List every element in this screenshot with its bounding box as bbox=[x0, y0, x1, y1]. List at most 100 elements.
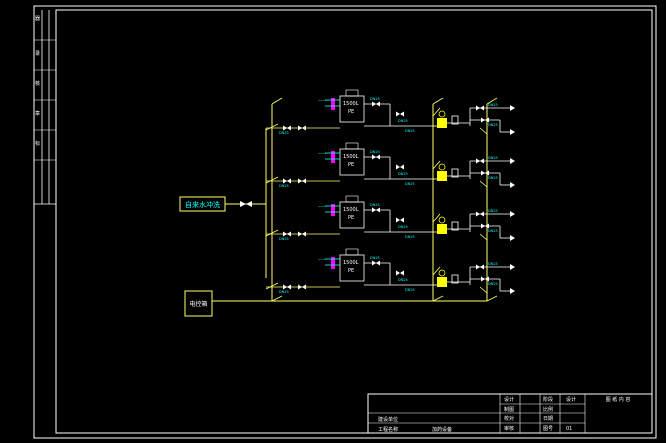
arrow-icon bbox=[510, 129, 515, 135]
pipe bbox=[271, 97, 283, 105]
valve-icon bbox=[283, 231, 287, 237]
valve-icon bbox=[400, 111, 404, 117]
pipe-tag: DN25 bbox=[405, 129, 415, 133]
pipe-tag: DN25 bbox=[370, 97, 380, 101]
tb-drawing-no: 图号 bbox=[543, 426, 553, 432]
valve-icon bbox=[481, 117, 485, 123]
strip-label: 器 bbox=[35, 16, 40, 22]
pipe-tag: DN25 bbox=[488, 123, 498, 127]
pump-head bbox=[438, 110, 446, 118]
arrow-icon bbox=[510, 211, 515, 217]
valve-icon bbox=[481, 276, 485, 282]
pipe-tag: DN25 bbox=[279, 184, 289, 188]
strip-label: 核 bbox=[35, 80, 40, 87]
valve-icon bbox=[302, 125, 306, 131]
valve-icon bbox=[481, 170, 485, 176]
source-box-label: 自来水冲洗 bbox=[185, 200, 220, 209]
pipe-tag: DN25 bbox=[398, 172, 408, 176]
left-strip: 器 录 核 章 标 bbox=[34, 10, 56, 205]
tb-stage-value: 设计 bbox=[566, 396, 576, 403]
pipe-tag: DN25 bbox=[279, 131, 289, 135]
pipe bbox=[479, 233, 488, 241]
pipe-tag: DN25 bbox=[370, 256, 380, 260]
tb-scale: 比例 bbox=[543, 406, 553, 413]
pipe-tag: DN25 bbox=[488, 262, 498, 266]
tank-capacity: 1500L bbox=[343, 101, 359, 107]
tank-capacity: 1500L bbox=[343, 154, 359, 160]
dosing-pump-icon bbox=[437, 277, 447, 287]
pipe-tag: DN25 bbox=[405, 182, 415, 186]
dosing-unit: 1500L PE —— DN25 DN25 DN25 DN25 DN25 DN25 bbox=[265, 142, 515, 189]
strip-label: 标 bbox=[35, 140, 40, 147]
pump-head bbox=[438, 163, 446, 171]
pipe-tag: DN25 bbox=[370, 150, 380, 154]
valve-icon bbox=[372, 260, 376, 266]
valve-icon bbox=[283, 125, 287, 131]
label-stub: —— bbox=[318, 257, 326, 262]
pipe-tag: DN25 bbox=[488, 209, 498, 213]
pipe bbox=[432, 97, 444, 105]
valve-icon bbox=[476, 264, 480, 270]
tb-reviewer: 审核 bbox=[504, 425, 514, 432]
outer-frame bbox=[33, 5, 657, 439]
dosing-unit: 1500L PE —— DN25 DN25 DN25 DN25 DN25 DN25 bbox=[265, 195, 515, 242]
pipe-tag: DN25 bbox=[488, 156, 498, 160]
pipe-tag: DN25 bbox=[398, 278, 408, 282]
pipe bbox=[479, 180, 488, 188]
pipe-tag: DN25 bbox=[398, 119, 408, 123]
tank-capacity: 1500L bbox=[343, 260, 359, 266]
label-stub: —— bbox=[318, 151, 326, 156]
arrow-icon bbox=[510, 182, 515, 188]
dosing-unit: 1500L PE —— DN25 DN25 DN25 DN25 DN25 DN25 bbox=[265, 89, 515, 136]
valve-icon bbox=[396, 217, 400, 223]
dosing-pump-icon bbox=[437, 118, 447, 128]
control-box-label: 电控箱 bbox=[189, 300, 207, 308]
tank-material: PE bbox=[348, 162, 354, 168]
arrow-icon bbox=[510, 105, 515, 111]
pipe-tag: DN25 bbox=[370, 203, 380, 207]
valve-icon bbox=[481, 223, 485, 229]
tank-lid bbox=[345, 142, 359, 150]
pipe-tag: DN25 bbox=[398, 225, 408, 229]
pipe-tag: DN25 bbox=[488, 229, 498, 233]
pipe-tag: DN25 bbox=[405, 235, 415, 239]
tb-project-name: 加药设备 bbox=[432, 426, 452, 433]
tb-date: 日期 bbox=[543, 416, 553, 422]
valve-icon bbox=[480, 158, 484, 164]
valve-icon bbox=[302, 231, 306, 237]
valve-icon bbox=[287, 284, 291, 290]
title-block: 建设单位 工程名称 加药设备 设计 制图 校对 审核 阶段 设计 比例 日期 图… bbox=[367, 393, 653, 434]
valve-icon bbox=[298, 284, 302, 290]
tank-material: PE bbox=[348, 109, 354, 115]
strip-label: 章 bbox=[35, 110, 40, 117]
valve-icon bbox=[400, 217, 404, 223]
strip-label: 录 bbox=[35, 50, 40, 57]
tank-lid bbox=[345, 89, 359, 97]
valve-icon bbox=[287, 231, 291, 237]
valve-icon bbox=[287, 178, 291, 184]
tb-drawing-title: 图 纸 内 容 bbox=[606, 396, 631, 403]
tank-material: PE bbox=[348, 215, 354, 221]
valve-icon bbox=[476, 105, 480, 111]
tb-checker: 校对 bbox=[504, 415, 514, 422]
tank-material: PE bbox=[348, 268, 354, 274]
valve-icon bbox=[476, 158, 480, 164]
valve-icon bbox=[480, 264, 484, 270]
pipe bbox=[271, 295, 283, 302]
tank-capacity: 1500L bbox=[343, 207, 359, 213]
valve-icon bbox=[298, 125, 302, 131]
valve-icon bbox=[480, 105, 484, 111]
inner-frame bbox=[55, 9, 653, 434]
tb-drawing-no-value: 01 bbox=[566, 426, 572, 432]
dosing-pump-icon bbox=[437, 171, 447, 181]
pump-head bbox=[438, 216, 446, 224]
tb-project-label: 工程名称 bbox=[378, 426, 398, 433]
pipe bbox=[479, 286, 488, 294]
dosing-unit: 1500L PE —— DN25 DN25 DN25 DN25 DN25 DN25 bbox=[265, 248, 515, 295]
tb-owner-label: 建设单位 bbox=[378, 416, 398, 423]
valve-icon bbox=[376, 260, 380, 266]
trunk-valve bbox=[240, 201, 252, 207]
valve-icon bbox=[372, 101, 376, 107]
valve-icon bbox=[476, 211, 480, 217]
valve-icon bbox=[396, 270, 400, 276]
